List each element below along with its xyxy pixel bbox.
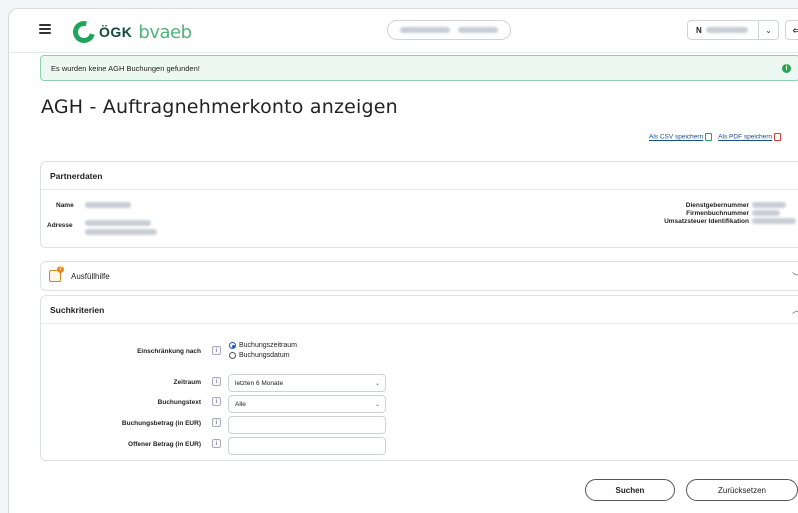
logo[interactable]: ÖGK bvaeb [68, 16, 192, 48]
amount-label: Buchungsbetrag (in EUR) [121, 420, 201, 427]
chevron-down-icon[interactable]: ﹀ [792, 270, 798, 283]
info-icon[interactable]: i [212, 346, 221, 355]
logo-text: ÖGK [99, 24, 133, 40]
ust-value [752, 218, 796, 224]
account-select[interactable]: N ⌄ [687, 20, 779, 40]
open-amount-input[interactable] [228, 437, 386, 455]
search-heading-label: Suchkriterien [50, 304, 105, 315]
chevron-down-icon: ⌄ [374, 380, 380, 387]
radio-period-label: Buchungszeitraum [239, 342, 297, 349]
dg-label: Dienstgebernummer [685, 202, 749, 209]
info-alert: Es wurden keine AGH Buchungen gefunden! … [40, 55, 798, 81]
dg-value [752, 202, 786, 208]
address-value-line2 [85, 229, 157, 235]
chevron-down-icon: ⌄ [374, 401, 380, 408]
search-button[interactable]: Suchen [585, 479, 675, 501]
radio-buchungszeitraum[interactable]: Buchungszeitraum [229, 342, 297, 349]
info-icon[interactable]: i [212, 377, 221, 386]
period-select-value: letzten 6 Monate [235, 379, 284, 387]
redacted-text [705, 27, 748, 33]
radio-buchungsdatum[interactable]: Buchungsdatum [229, 352, 290, 359]
csv-export[interactable]: Als CSV speichern [649, 133, 713, 141]
pdf-export[interactable]: Als PDF speichern [718, 133, 782, 141]
help-heading: Ausfüllhilfe [71, 271, 110, 281]
period-select[interactable]: letzten 6 Monate ⌄ [228, 374, 386, 392]
name-label: Name [56, 202, 74, 209]
info-icon[interactable]: i [212, 439, 221, 448]
chevron-down-icon: ⌄ [758, 21, 778, 39]
export-links: Als CSV speichern Als PDF speichern [649, 133, 782, 141]
pdf-export-link[interactable]: Als PDF speichern [718, 134, 772, 141]
text-select[interactable]: Alle ⌄ [228, 395, 386, 413]
help-header[interactable]: Ausfüllhilfe ﹀ [41, 262, 798, 290]
logo-mark-icon [68, 16, 100, 48]
fb-label: Firmenbuchnummer [686, 210, 749, 217]
partner-card: Partnerdaten Name Adresse Dienstgebernum… [40, 161, 798, 248]
text-label: Buchungstext [157, 399, 201, 406]
radio-date-label: Buchungsdatum [239, 352, 290, 359]
csv-export-link[interactable]: Als CSV speichern [649, 134, 703, 141]
name-value [85, 202, 131, 208]
period-label: Zeitraum [173, 379, 201, 386]
open-amount-label: Offener Betrag (in EUR) [128, 441, 201, 448]
redacted-text [458, 27, 498, 33]
radio-unchecked-icon[interactable] [229, 352, 236, 359]
restriction-label: Einschränkung nach [137, 348, 201, 355]
ust-label: Umsatzsteuer Identifikation [664, 218, 749, 225]
account-select-value: N [696, 25, 702, 35]
menu-icon[interactable] [39, 24, 51, 34]
info-icon: i [782, 64, 791, 73]
redacted-text [400, 27, 450, 33]
app-window: ÖGK bvaeb N ⌄ ⇐ Es wurden keine AGH Buch… [8, 8, 798, 513]
info-icon[interactable]: i [212, 418, 221, 427]
alert-message: Es wurden keine AGH Buchungen gefunden! [51, 63, 200, 73]
reset-button[interactable]: Zurücksetzen [686, 479, 798, 501]
chevron-up-icon[interactable]: ︿ [792, 303, 798, 316]
fb-value [752, 210, 780, 216]
logo-sub-text: bvaeb [138, 21, 192, 43]
help-document-icon [49, 266, 64, 282]
page-title: AGH - Auftragnehmerkonto anzeigen [41, 96, 398, 118]
radio-checked-icon[interactable] [229, 342, 236, 349]
text-select-value: Alle [235, 400, 246, 408]
address-label: Adresse [47, 222, 73, 229]
user-info-box[interactable] [387, 20, 511, 40]
partner-heading: Partnerdaten [41, 162, 798, 190]
info-icon[interactable]: i [212, 397, 221, 406]
address-value-line1 [85, 220, 151, 226]
logout-button[interactable]: ⇐ [785, 20, 798, 40]
top-header: ÖGK bvaeb N ⌄ ⇐ [9, 9, 798, 53]
amount-input[interactable] [228, 416, 386, 434]
csv-file-icon [705, 133, 713, 141]
search-heading[interactable]: Suchkriterien ︿ [41, 296, 798, 324]
help-card[interactable]: Ausfüllhilfe ﹀ [40, 261, 798, 291]
pdf-file-icon [774, 133, 782, 141]
search-criteria-card: Suchkriterien ︿ Einschränkung nach i Buc… [40, 295, 798, 461]
